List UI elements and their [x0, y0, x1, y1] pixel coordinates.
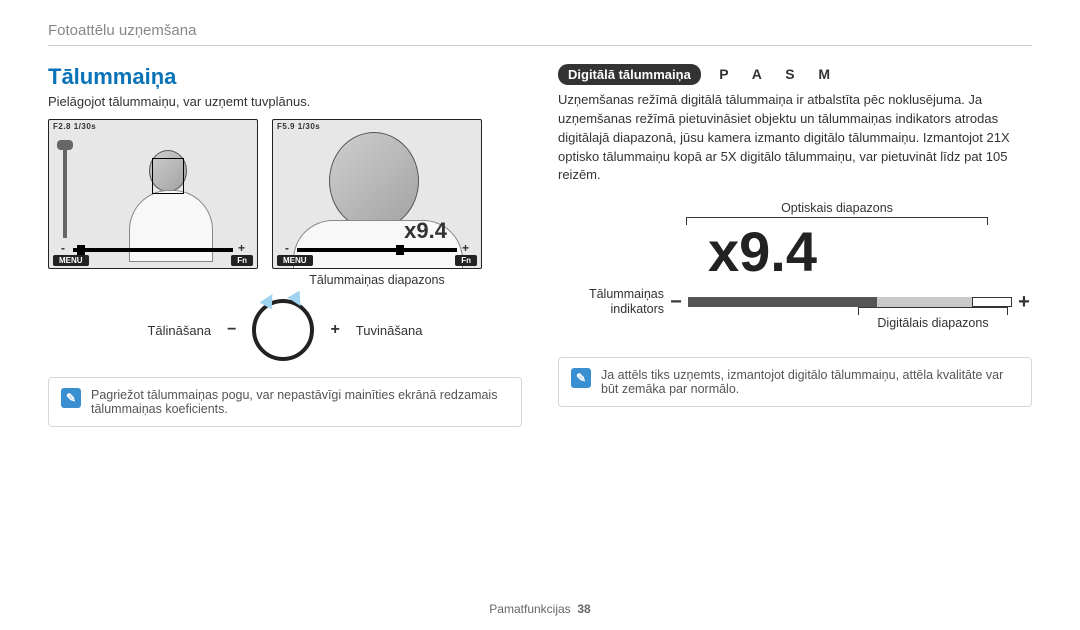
fn-button[interactable]: Fn — [455, 255, 477, 266]
section-heading-zoom: Tālummaiņa — [48, 64, 522, 90]
footer-section: Pamatfunkcijas — [489, 602, 570, 616]
note-icon: ✎ — [61, 388, 81, 408]
digital-zoom-pill: Digitālā tālummaiņa — [558, 64, 701, 85]
minus-icon: − — [227, 321, 236, 339]
mode-indicators: P A S M — [719, 66, 840, 82]
page-footer: Pamatfunkcijas 38 — [0, 602, 1080, 616]
optical-range-label: Optiskais diapazons — [781, 201, 893, 215]
zoom-in-label: Tuvināšana — [356, 323, 423, 338]
camera-preview-wide: F2.8 1/30s MENU Fn — [48, 119, 258, 269]
zoom-factor-large: x9.4 — [708, 219, 817, 284]
menu-button[interactable]: MENU — [277, 255, 313, 266]
note-text: Pagriežot tālummaiņas pogu, var nepastāv… — [91, 388, 509, 416]
zoom-indicator-label: Tālummaiņas indikators — [558, 287, 664, 317]
zoom-dial-icon — [252, 299, 314, 361]
note-text: Ja attēls tiks uzņemts, izmantojot digit… — [601, 368, 1019, 396]
digital-zoom-body: Uzņemšanas režīmā digitālā tālummaiņa ir… — [558, 91, 1032, 185]
camera-preview-zoomed: F5.9 1/30s x9.4 MENU Fn — [272, 119, 482, 269]
plus-icon: + — [330, 321, 339, 339]
fn-button[interactable]: Fn — [231, 255, 253, 266]
zoom-out-label: Tālināšana — [147, 323, 211, 338]
footer-page-number: 38 — [577, 602, 590, 616]
intro-text: Pielāgojot tālummaiņu, var uzņemt tuvplā… — [48, 94, 522, 109]
breadcrumb: Fotoattēlu uzņemšana — [48, 22, 1032, 46]
exposure-readout: F5.9 1/30s — [277, 122, 320, 131]
menu-button[interactable]: MENU — [53, 255, 89, 266]
note-box: ✎ Ja attēls tiks uzņemts, izmantojot dig… — [558, 357, 1032, 407]
minus-icon: − — [668, 291, 684, 314]
zoom-range-label: Tālummaiņas diapazons — [272, 273, 482, 287]
digital-range-label: Digitālais diapazons — [877, 316, 988, 330]
plus-icon: + — [1016, 291, 1032, 314]
zoom-factor-overlay: x9.4 — [404, 218, 447, 244]
note-icon: ✎ — [571, 368, 591, 388]
note-box: ✎ Pagriežot tālummaiņas pogu, var nepast… — [48, 377, 522, 427]
exposure-readout: F2.8 1/30s — [53, 122, 96, 131]
zoom-diagram: Optiskais diapazons x9.4 Tālummaiņas ind… — [558, 201, 1032, 341]
